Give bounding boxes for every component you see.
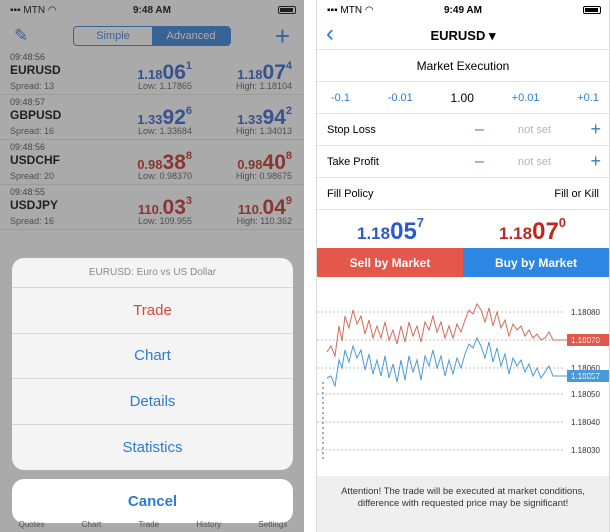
chart-price-label: 1.18080: [571, 308, 600, 317]
volume-plus-0-01[interactable]: +0.01: [512, 92, 540, 104]
chart-price-label: 1.18030: [571, 446, 600, 455]
fill-policy-value[interactable]: Fill or Kill: [554, 188, 599, 200]
fill-policy-row[interactable]: Fill Policy Fill or Kill: [317, 178, 609, 210]
tab-bar: Quotes Chart Trade History Settings: [0, 520, 304, 529]
take-profit-plus-button[interactable]: +: [590, 151, 601, 172]
take-profit-label: Take Profit: [327, 155, 379, 168]
price-panel: 1.18057 1.18070: [317, 210, 609, 248]
volume-plus-0-1[interactable]: +0.1: [577, 92, 599, 104]
bid-line: [326, 336, 607, 388]
tab-trade[interactable]: Trade: [138, 520, 159, 529]
symbol-selector[interactable]: EURUSD ▾: [317, 28, 609, 44]
volume-stepper: -0.1 -0.01 1.00 +0.01 +0.1: [317, 82, 609, 114]
order-screen: ▪▪▪ MTN ◠ 9:49 AM ‹ EURUSD ▾ Market Exec…: [316, 0, 610, 532]
action-trade[interactable]: Trade: [12, 288, 293, 334]
action-details[interactable]: Details: [12, 379, 293, 425]
tab-settings[interactable]: Settings: [258, 520, 287, 529]
cancel-button[interactable]: Cancel: [12, 479, 293, 523]
chart-price-label: 1.18040: [571, 418, 600, 427]
tick-chart[interactable]: 1.180801.180701.180601.180571.180501.180…: [317, 286, 609, 466]
volume-minus-0-01[interactable]: -0.01: [388, 92, 413, 104]
stop-loss-minus-button[interactable]: –: [475, 121, 484, 139]
stop-loss-label: Stop Loss: [327, 123, 376, 136]
ask-price: 1.18070: [499, 215, 567, 245]
status-bar: ▪▪▪ MTN ◠ 9:49 AM: [317, 0, 609, 20]
nav-bar: ‹ EURUSD ▾: [317, 20, 609, 50]
volume-value[interactable]: 1.00: [451, 91, 474, 105]
tab-quotes[interactable]: Quotes: [19, 520, 45, 529]
battery-icon: [583, 6, 601, 14]
stop-loss-plus-button[interactable]: +: [590, 119, 601, 140]
volume-minus-0-1[interactable]: -0.1: [331, 92, 350, 104]
sell-by-market-button[interactable]: Sell by Market: [317, 248, 463, 277]
bid-price: 1.18057: [357, 215, 425, 245]
action-sheet-title: EURUSD: Euro vs US Dollar: [12, 258, 293, 288]
chart-price-label: 1.18050: [571, 390, 600, 399]
attention-notice: Attention! The trade will be executed at…: [317, 476, 609, 532]
take-profit-minus-button[interactable]: –: [475, 153, 484, 171]
take-profit-row: Take Profit – not set +: [317, 146, 609, 178]
action-sheet: EURUSD: Euro vs US Dollar Trade Chart De…: [12, 258, 293, 470]
quotes-screen: ▪▪▪ MTN ◠ 9:48 AM ✎ Simple Advanced + 09…: [0, 0, 306, 532]
action-statistics[interactable]: Statistics: [12, 425, 293, 471]
buy-by-market-button[interactable]: Buy by Market: [463, 248, 609, 277]
fill-policy-label: Fill Policy: [327, 187, 374, 200]
take-profit-input[interactable]: not set: [518, 156, 551, 168]
action-chart[interactable]: Chart: [12, 334, 293, 379]
execution-type[interactable]: Market Execution: [317, 50, 609, 82]
order-buttons: Sell by Market Buy by Market: [317, 248, 609, 277]
clock: 9:49 AM: [444, 4, 482, 16]
tab-chart[interactable]: Chart: [82, 520, 102, 529]
stop-loss-input[interactable]: not set: [518, 124, 551, 136]
stop-loss-row: Stop Loss – not set +: [317, 114, 609, 146]
tab-history[interactable]: History: [196, 520, 221, 529]
